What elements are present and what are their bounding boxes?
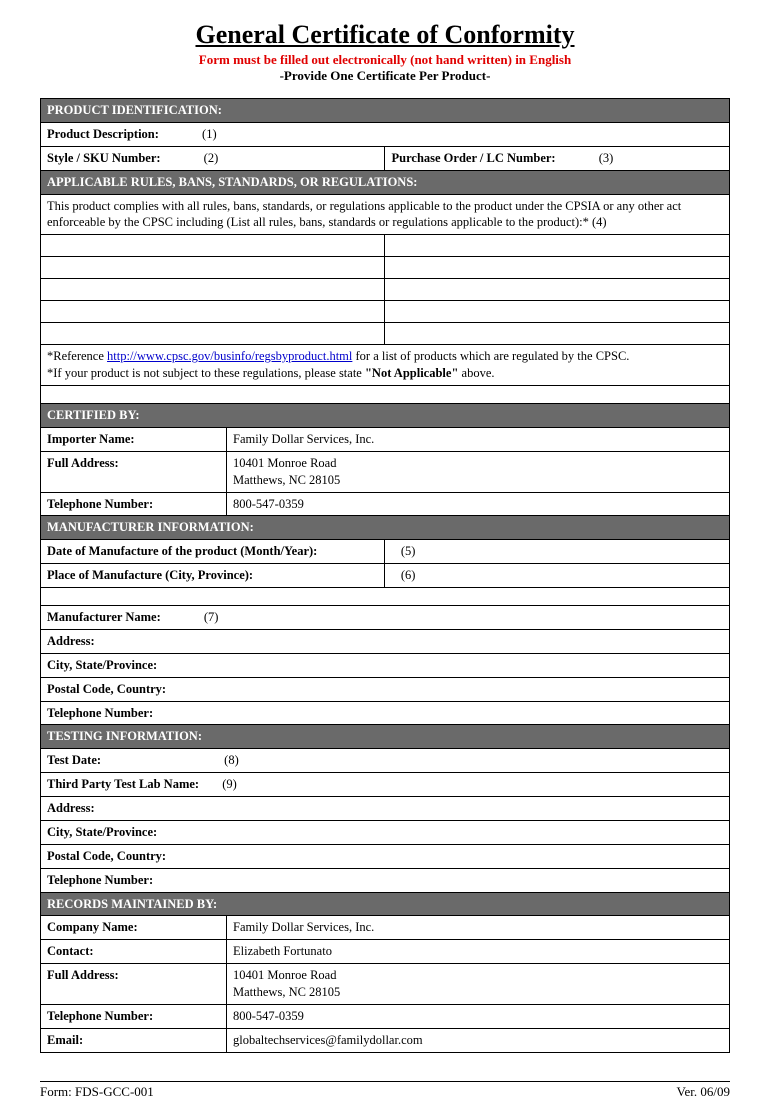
records-company-value: Family Dollar Services, Inc. <box>227 916 730 940</box>
rule-cell[interactable] <box>385 323 730 345</box>
rule-cell[interactable] <box>385 257 730 279</box>
records-email-value: globaltechservices@familydollar.com <box>227 1028 730 1052</box>
form-version: Ver. 06/09 <box>677 1084 730 1100</box>
product-description-field[interactable]: (1) <box>202 126 217 143</box>
records-company-label: Company Name: <box>41 916 227 940</box>
cpsc-link[interactable]: http://www.cpsc.gov/businfo/regsbyproduc… <box>107 349 352 363</box>
certificate-form: PRODUCT IDENTIFICATION: Product Descript… <box>40 98 730 1053</box>
section-certified-by: CERTIFIED BY: <box>41 404 730 428</box>
test-phone-label: Telephone Number: <box>47 873 153 887</box>
section-records: RECORDS MAINTAINED BY: <box>41 892 730 916</box>
product-description-label: Product Description: <box>47 127 159 141</box>
style-sku-label: Style / SKU Number: <box>47 151 161 165</box>
rule-cell[interactable] <box>41 301 385 323</box>
mfg-name-label: Manufacturer Name: <box>47 610 161 624</box>
rule-cell[interactable] <box>385 235 730 257</box>
mfg-place-label: Place of Manufacture (City, Province): <box>47 568 253 582</box>
cert-address-value: 10401 Monroe Road Matthews, NC 28105 <box>227 451 730 492</box>
mfg-address-label: Address: <box>47 634 95 648</box>
importer-value: Family Dollar Services, Inc. <box>227 427 730 451</box>
page-title: General Certificate of Conformity <box>40 20 730 50</box>
mfg-name-field[interactable]: (7) <box>204 609 219 626</box>
subtitle-instruction: Form must be filled out electronically (… <box>40 52 730 68</box>
test-address-label: Address: <box>47 801 95 815</box>
mfg-date-field[interactable]: (5) <box>385 540 730 564</box>
records-address-value: 10401 Monroe Road Matthews, NC 28105 <box>227 964 730 1005</box>
mfg-phone-label: Telephone Number: <box>47 706 153 720</box>
rule-cell[interactable] <box>41 257 385 279</box>
section-testing: TESTING INFORMATION: <box>41 725 730 749</box>
importer-label: Importer Name: <box>41 427 227 451</box>
cert-phone-label: Telephone Number: <box>41 492 227 516</box>
mfg-date-label: Date of Manufacture of the product (Mont… <box>47 544 317 558</box>
compliance-text: This product complies with all rules, ba… <box>41 194 730 235</box>
subtitle-note: -Provide One Certificate Per Product- <box>40 68 730 84</box>
rule-cell[interactable] <box>41 323 385 345</box>
records-address-label: Full Address: <box>41 964 227 1005</box>
rule-cell[interactable] <box>41 279 385 301</box>
test-date-field[interactable]: (8) <box>224 752 239 769</box>
records-contact-value: Elizabeth Fortunato <box>227 940 730 964</box>
records-phone-label: Telephone Number: <box>41 1004 227 1028</box>
section-product-id: PRODUCT IDENTIFICATION: <box>41 99 730 123</box>
mfg-place-field[interactable]: (6) <box>385 564 730 588</box>
section-manufacturer: MANUFACTURER INFORMATION: <box>41 516 730 540</box>
test-postal-label: Postal Code, Country: <box>47 849 166 863</box>
rule-cell[interactable] <box>385 301 730 323</box>
reference-note: *Reference http://www.cpsc.gov/businfo/r… <box>41 345 730 386</box>
records-phone-value: 800-547-0359 <box>227 1004 730 1028</box>
cert-phone-value: 800-547-0359 <box>227 492 730 516</box>
po-label: Purchase Order / LC Number: <box>391 151 555 165</box>
test-city-label: City, State/Province: <box>47 825 157 839</box>
mfg-postal-label: Postal Code, Country: <box>47 682 166 696</box>
rule-cell[interactable] <box>385 279 730 301</box>
lab-name-label: Third Party Test Lab Name: <box>47 777 199 791</box>
lab-name-field[interactable]: (9) <box>222 776 237 793</box>
test-date-label: Test Date: <box>47 753 101 767</box>
cert-address-label: Full Address: <box>41 451 227 492</box>
records-contact-label: Contact: <box>41 940 227 964</box>
records-email-label: Email: <box>41 1028 227 1052</box>
rule-cell[interactable] <box>41 235 385 257</box>
form-id: Form: FDS-GCC-001 <box>40 1084 154 1100</box>
po-field[interactable]: (3) <box>599 150 614 167</box>
page-footer: Form: FDS-GCC-001 Ver. 06/09 <box>40 1081 730 1100</box>
style-sku-field[interactable]: (2) <box>204 150 219 167</box>
section-applicable-rules: APPLICABLE RULES, BANS, STANDARDS, OR RE… <box>41 170 730 194</box>
mfg-city-label: City, State/Province: <box>47 658 157 672</box>
